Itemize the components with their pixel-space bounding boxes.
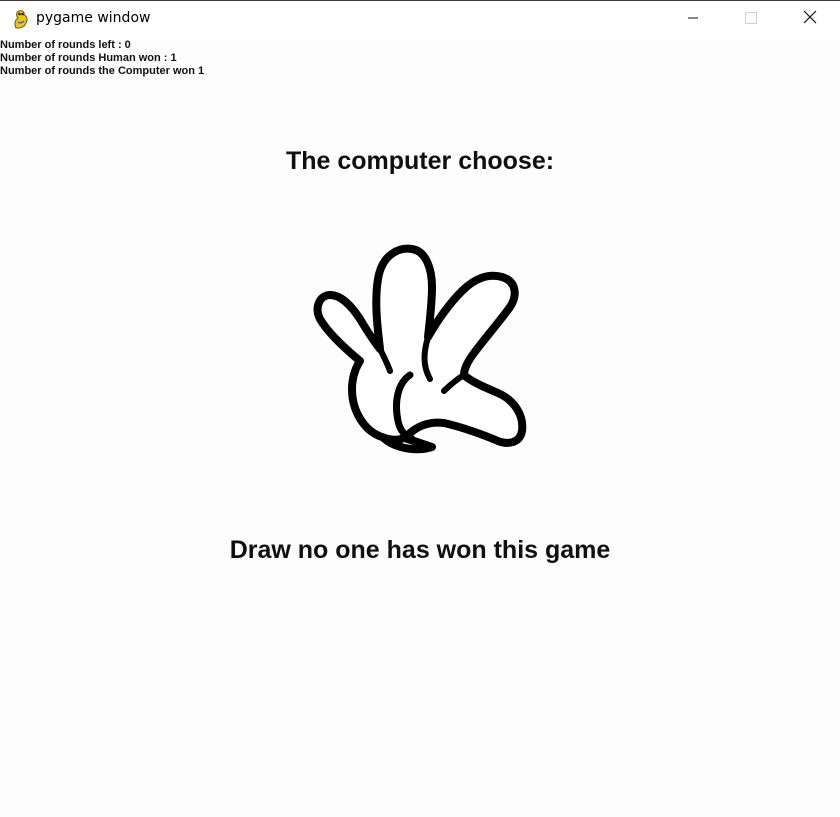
maximize-button[interactable] xyxy=(722,1,780,38)
title-bar[interactable]: pygame window xyxy=(0,1,840,38)
pygame-snake-icon xyxy=(10,8,32,30)
pygame-window: pygame window Number of rounds left: 0 … xyxy=(0,0,840,817)
window-title: pygame window xyxy=(36,10,151,26)
rounds-left-text: Number of rounds left : 0 xyxy=(0,39,131,51)
minimize-button[interactable] xyxy=(664,1,722,38)
human-wins-text: Number of rounds Human won : 1 xyxy=(0,52,177,64)
open-hand-icon xyxy=(312,241,532,461)
maximize-icon xyxy=(745,11,757,29)
computer-choice-heading: The computer choose: xyxy=(285,147,555,175)
close-button[interactable] xyxy=(781,1,839,38)
close-icon xyxy=(803,10,817,29)
minimize-icon xyxy=(687,11,699,29)
computer-wins-text: Number of rounds the Computer won 1 xyxy=(0,65,205,77)
game-result-text: Draw no one has won this game xyxy=(229,536,611,564)
